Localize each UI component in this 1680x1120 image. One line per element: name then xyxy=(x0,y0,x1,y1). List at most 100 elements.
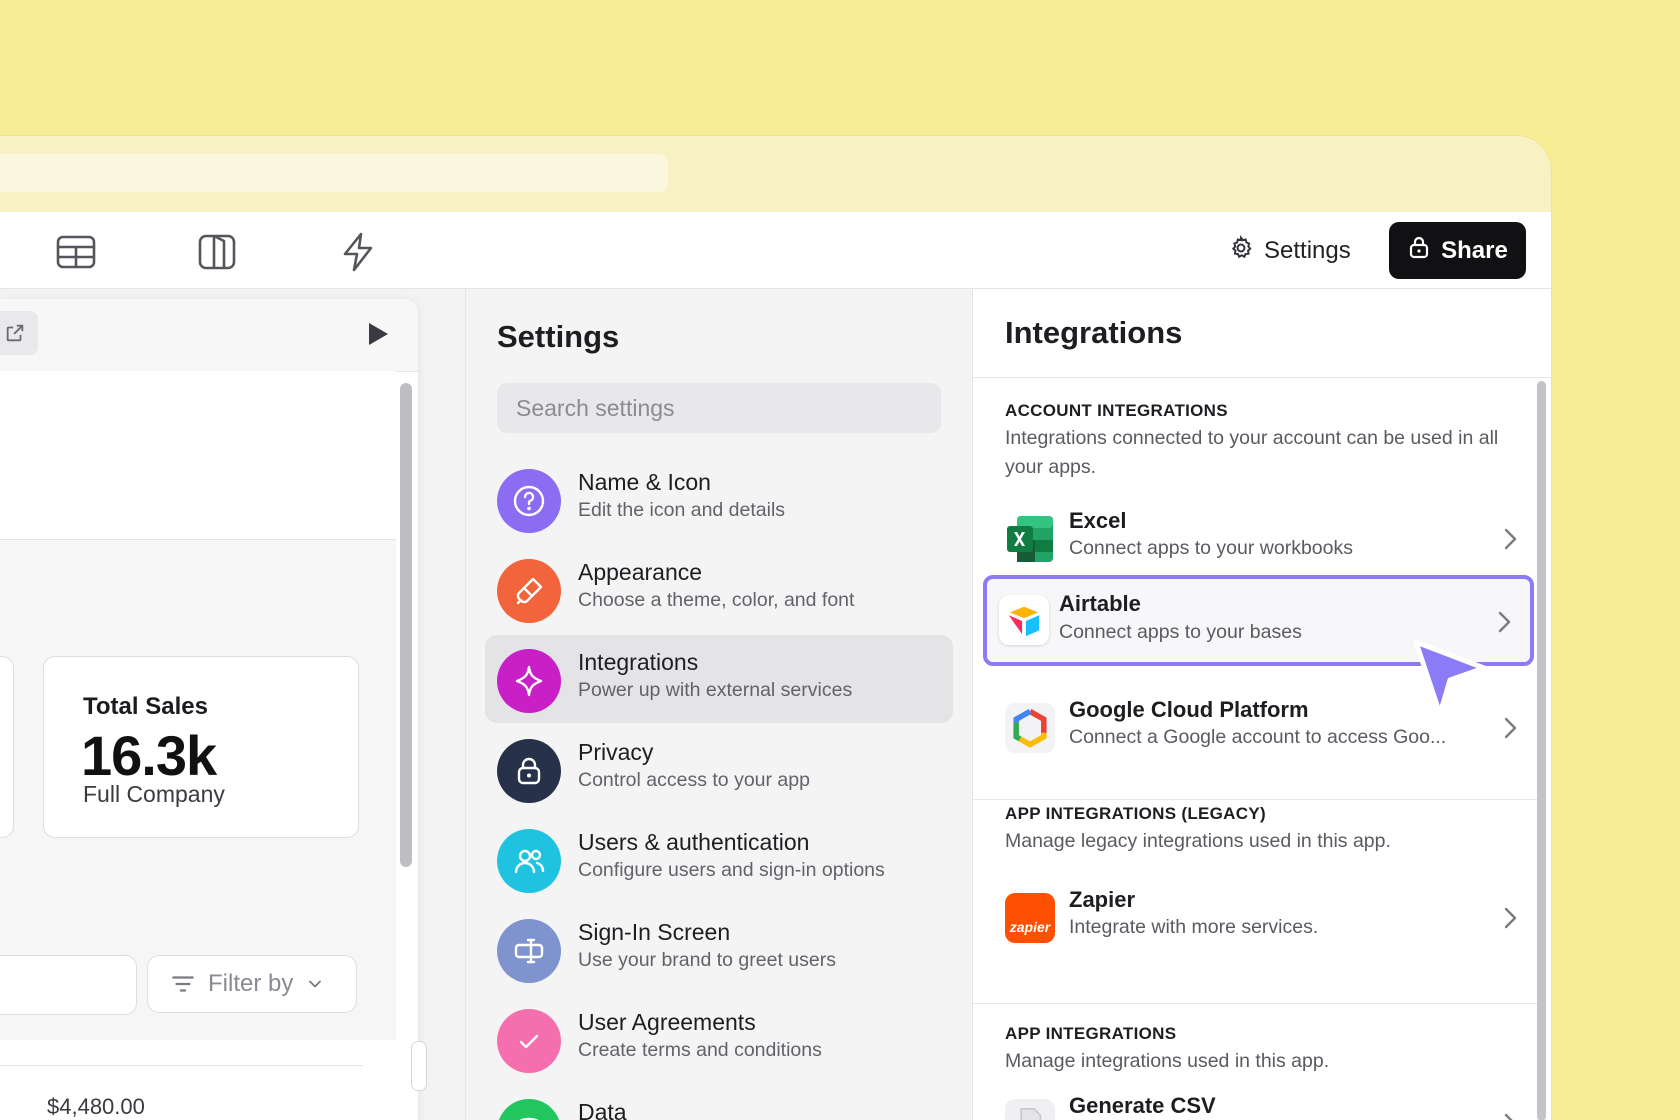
chevron-down-icon xyxy=(309,980,322,988)
divider xyxy=(973,799,1537,800)
kpi-card: Total Sales 16.3k Full Company xyxy=(43,656,359,838)
preview-header xyxy=(0,299,418,372)
settings-item-label: Appearance xyxy=(578,559,703,585)
integration-desc: Connect a Google account to access Goo..… xyxy=(1069,726,1447,748)
kpi-title: Total Sales xyxy=(83,693,208,720)
settings-item-label: Users & authentication xyxy=(578,829,810,855)
play-icon[interactable] xyxy=(366,321,390,347)
integration-desc: Connect apps to your workbooks xyxy=(1069,537,1353,559)
settings-item-desc: Control access to your app xyxy=(578,769,810,791)
integration-name: Generate CSV xyxy=(1069,1093,1216,1118)
settings-item-label: Privacy xyxy=(578,739,654,765)
brush-icon xyxy=(497,559,561,623)
settings-button-label: Settings xyxy=(1264,237,1351,264)
kpi-card-partial xyxy=(0,656,14,838)
integration-name: Google Cloud Platform xyxy=(1069,697,1309,722)
data-icon xyxy=(497,1099,561,1120)
pane-resize-handle[interactable] xyxy=(411,1041,427,1091)
divider xyxy=(973,1003,1537,1004)
settings-item-privacy[interactable]: Privacy Control access to your app xyxy=(485,725,953,813)
csv-file-icon xyxy=(1005,1099,1055,1120)
zapier-logo-icon: zapier xyxy=(1005,893,1055,943)
integration-name: Zapier xyxy=(1069,887,1136,912)
users-icon xyxy=(497,829,561,893)
top-toolbar: Settings Share xyxy=(0,212,1551,289)
settings-item-desc: Choose a theme, color, and font xyxy=(578,589,855,611)
chevron-right-icon xyxy=(1504,717,1517,739)
open-external-button[interactable] xyxy=(0,311,38,355)
preview-scrollbar[interactable] xyxy=(400,383,412,867)
settings-item-integrations[interactable]: Integrations Power up with external serv… xyxy=(485,635,953,723)
settings-item-desc: Use your brand to greet users xyxy=(578,949,836,971)
question-icon xyxy=(497,469,561,533)
settings-item-sign-in-screen[interactable]: Sign-In Screen Use your brand to greet u… xyxy=(485,905,953,993)
integration-desc: Connect apps to your bases xyxy=(1059,621,1302,643)
section-heading-account: ACCOUNT INTEGRATIONS xyxy=(1005,401,1228,420)
list-item-price: $4,480.00 xyxy=(47,1094,145,1119)
zapier-logo-text: zapier xyxy=(1009,919,1051,935)
settings-item-label: Data xyxy=(578,1099,627,1120)
settings-item-desc: Power up with external services xyxy=(578,679,853,701)
filter-icon xyxy=(172,976,194,992)
sparkle-icon xyxy=(497,649,561,713)
app-preview-pane: Total Sales 16.3k Full Company Filter by… xyxy=(0,289,466,1120)
section-desc-legacy: Manage legacy integrations used in this … xyxy=(1005,830,1391,852)
settings-item-label: Integrations xyxy=(578,649,699,675)
preview-list: $4,480.00 xyxy=(0,1065,363,1120)
share-button-label: Share xyxy=(1441,236,1508,264)
chevron-right-icon xyxy=(1504,1113,1513,1120)
address-bar[interactable] xyxy=(0,154,668,192)
integration-name: Airtable xyxy=(1059,591,1141,616)
integrations-title: Integrations xyxy=(1005,315,1183,350)
integration-name: Excel xyxy=(1069,508,1127,533)
filter-by-label: Filter by xyxy=(208,970,294,997)
settings-button[interactable]: Settings xyxy=(1228,230,1351,272)
integration-row-generate-csv[interactable]: Generate CSV xyxy=(1005,1093,1525,1120)
chevron-right-icon xyxy=(1498,611,1511,633)
lock-icon xyxy=(497,739,561,803)
integrations-scrollbar[interactable] xyxy=(1537,381,1546,1120)
integration-row-zapier[interactable]: zapier Zapier Integrate with more servic… xyxy=(1005,887,1525,953)
integration-row-excel[interactable]: Excel Connect apps to your workbooks xyxy=(1005,508,1525,574)
lightning-icon[interactable] xyxy=(338,232,378,272)
sign-in-icon xyxy=(497,919,561,983)
settings-item-label: Name & Icon xyxy=(578,469,711,495)
split-view-icon[interactable] xyxy=(197,232,237,272)
lock-icon xyxy=(1407,235,1431,266)
settings-item-name-icon[interactable]: Name & Icon Edit the icon and details xyxy=(485,455,953,543)
settings-item-label: User Agreements xyxy=(578,1009,756,1035)
chevron-right-icon xyxy=(1504,528,1517,550)
airtable-logo-icon xyxy=(999,595,1049,645)
app-root: Settings Share Total Sales 16.3k Full Co… xyxy=(0,212,1551,1120)
section-heading-legacy: APP INTEGRATIONS (LEGACY) xyxy=(1005,804,1266,823)
excel-logo-icon xyxy=(1005,514,1055,564)
settings-item-appearance[interactable]: Appearance Choose a theme, color, and fo… xyxy=(485,545,953,633)
share-button[interactable]: Share xyxy=(1389,222,1526,279)
settings-item-users-auth[interactable]: Users & authentication Configure users a… xyxy=(485,815,953,903)
section-desc-account: Integrations connected to your account c… xyxy=(1005,427,1499,478)
google-cloud-logo-icon xyxy=(1005,703,1055,753)
divider xyxy=(973,377,1551,378)
settings-item-data[interactable]: Data xyxy=(485,1085,953,1120)
external-link-icon xyxy=(6,324,24,342)
kpi-value: 16.3k xyxy=(81,724,217,787)
settings-search-input[interactable] xyxy=(497,383,941,433)
gear-icon xyxy=(1228,234,1254,268)
kpi-subtitle: Full Company xyxy=(83,781,225,807)
table-layout-icon[interactable] xyxy=(56,232,96,272)
integration-desc: Integrate with more services. xyxy=(1069,916,1319,938)
preview-search-input[interactable] xyxy=(0,955,137,1015)
settings-item-desc: Configure users and sign-in options xyxy=(578,859,885,881)
section-desc-app: Manage integrations used in this app. xyxy=(1005,1050,1330,1072)
preview-hero xyxy=(0,371,396,540)
chevron-right-icon xyxy=(1504,907,1517,929)
settings-item-desc: Create terms and conditions xyxy=(578,1039,822,1061)
settings-item-user-agreements[interactable]: User Agreements Create terms and conditi… xyxy=(485,995,953,1083)
settings-item-desc: Edit the icon and details xyxy=(578,499,786,521)
section-heading-app: APP INTEGRATIONS xyxy=(1005,1024,1177,1043)
check-icon xyxy=(497,1009,561,1073)
settings-item-label: Sign-In Screen xyxy=(578,919,731,945)
pointer-cursor-icon xyxy=(1413,639,1487,717)
filter-by-button[interactable]: Filter by xyxy=(147,955,357,1013)
settings-title: Settings xyxy=(497,319,620,354)
